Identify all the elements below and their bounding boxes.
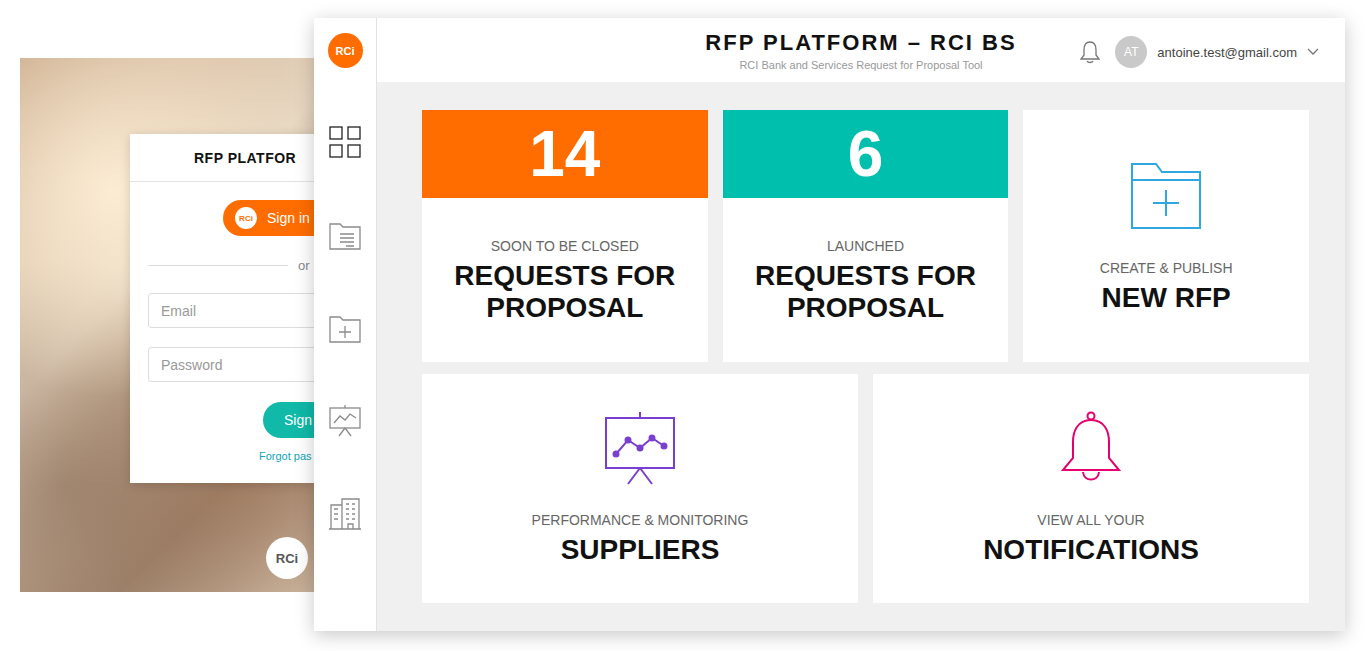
app-title: RFP PLATFORM – RCI BS bbox=[705, 30, 1016, 56]
footer-logo: RCi bbox=[266, 537, 308, 579]
screen: RCi RFP PLATFOR RCi Sign in or Sign Forg… bbox=[0, 0, 1365, 651]
company-building-icon bbox=[328, 497, 362, 531]
card-title: REQUESTS FOR PROPOSAL bbox=[723, 260, 1009, 324]
card-title: SUPPLIERS bbox=[551, 534, 730, 566]
dashboard-content: 14 SOON TO BE CLOSED REQUESTS FOR PROPOS… bbox=[377, 82, 1345, 631]
bell-icon bbox=[1051, 410, 1131, 486]
chevron-down-icon[interactable] bbox=[1307, 48, 1319, 56]
card-title: NEW RFP bbox=[1092, 282, 1241, 314]
user-avatar[interactable]: AT bbox=[1115, 36, 1147, 68]
rfp-list-icon bbox=[328, 218, 362, 252]
card-title: REQUESTS FOR PROPOSAL bbox=[422, 260, 708, 324]
card-caption: LAUNCHED bbox=[723, 238, 1009, 254]
sso-sign-in-button[interactable]: RCi Sign in bbox=[223, 200, 314, 236]
app-subtitle: RCI Bank and Services Request for Propos… bbox=[705, 59, 1016, 71]
card-caption: VIEW ALL YOUR bbox=[1037, 512, 1144, 528]
rci-logo-icon: RCi bbox=[235, 207, 257, 229]
card-caption: PERFORMANCE & MONITORING bbox=[532, 512, 749, 528]
card-caption: CREATE & PUBLISH bbox=[1100, 260, 1233, 276]
sidebar-item[interactable] bbox=[314, 374, 377, 467]
stat-card[interactable]: 14 SOON TO BE CLOSED REQUESTS FOR PROPOS… bbox=[422, 110, 708, 362]
user-email[interactable]: antoine.test@gmail.com bbox=[1157, 45, 1297, 60]
login-card: RFP PLATFOR RCi Sign in or Sign Forgot p… bbox=[130, 134, 314, 483]
bell-icon[interactable] bbox=[1079, 40, 1101, 64]
card-title: NOTIFICATIONS bbox=[973, 534, 1209, 566]
chart-board-icon bbox=[600, 410, 680, 486]
new-rfp-folder-icon bbox=[328, 311, 362, 345]
action-card[interactable]: CREATE & PUBLISH NEW RFP bbox=[1023, 110, 1309, 362]
card-caption: SOON TO BE CLOSED bbox=[422, 238, 708, 254]
sidebar-item[interactable] bbox=[314, 95, 377, 188]
forgot-password-link[interactable]: Forgot pas bbox=[259, 450, 314, 462]
sign-in-button[interactable]: Sign bbox=[263, 402, 314, 438]
action-card[interactable]: PERFORMANCE & MONITORING SUPPLIERS bbox=[422, 374, 858, 603]
header: RFP PLATFORM – RCI BS RCI Bank and Servi… bbox=[377, 18, 1345, 82]
stat-count: 14 bbox=[422, 110, 708, 198]
stat-count: 6 bbox=[723, 110, 1009, 198]
login-title: RFP PLATFOR bbox=[130, 134, 314, 182]
dashboard-grid-icon bbox=[328, 125, 362, 159]
sidebar-item[interactable] bbox=[314, 188, 377, 281]
stat-card[interactable]: 6 LAUNCHED REQUESTS FOR PROPOSAL bbox=[723, 110, 1009, 362]
folder-plus-icon bbox=[1126, 158, 1206, 234]
sidebar-item[interactable] bbox=[314, 281, 377, 374]
sidebar-item[interactable] bbox=[314, 467, 377, 560]
dashboard-window: RCi RFP PLATFORM – RCI BS RCI Bank and S… bbox=[314, 18, 1345, 631]
sidebar: RCi bbox=[314, 18, 377, 631]
email-input[interactable] bbox=[148, 293, 314, 328]
app-logo[interactable]: RCi bbox=[328, 33, 363, 68]
separator: or bbox=[148, 258, 314, 273]
suppliers-chart-icon bbox=[328, 404, 362, 438]
action-card[interactable]: VIEW ALL YOUR NOTIFICATIONS bbox=[873, 374, 1309, 603]
password-input[interactable] bbox=[148, 347, 314, 382]
